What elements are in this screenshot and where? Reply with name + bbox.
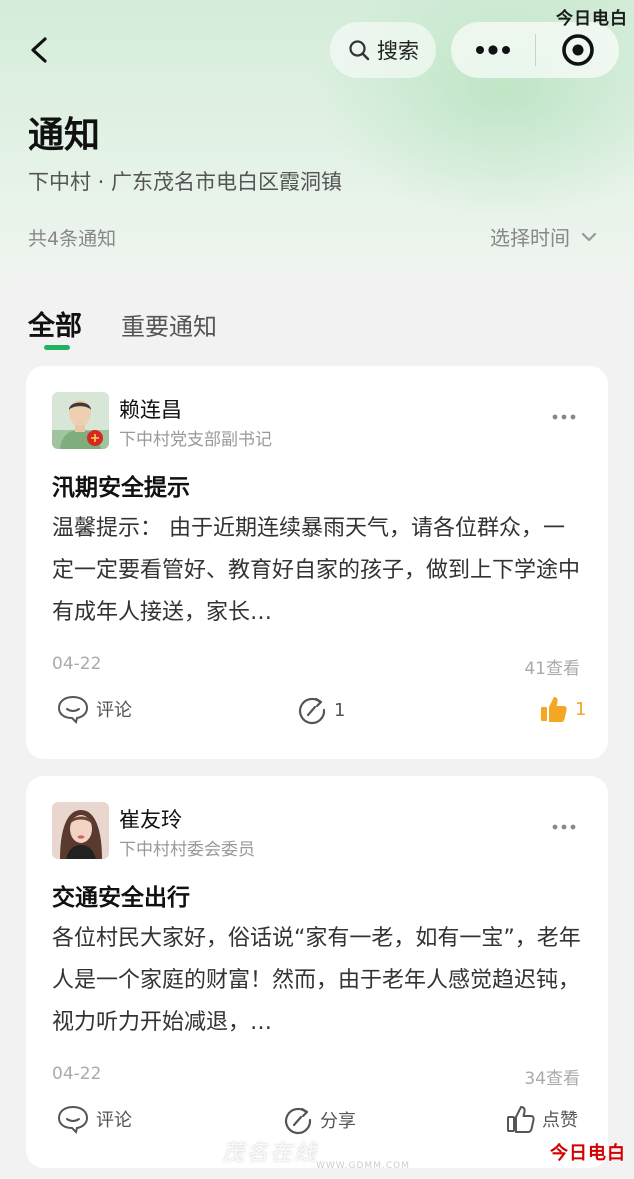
menu-more-button[interactable] xyxy=(451,22,535,78)
post-body[interactable]: 温馨提示： 由于近期连续暴雨天气，请各位群众，一定一定要看管好、教育好自家的孩子… xyxy=(52,508,582,634)
author-name[interactable]: 崔友玲 xyxy=(119,804,182,834)
like-label: 点赞 xyxy=(542,1110,578,1131)
village-location: 下中村 · 广东茂名市电白区霞洞镇 xyxy=(28,170,343,194)
post-title[interactable]: 汛期安全提示 xyxy=(52,468,190,502)
post-views: 34查看 xyxy=(524,1069,580,1089)
back-arrow-icon xyxy=(31,37,47,63)
notification-count: 共4条通知 xyxy=(28,228,117,250)
share-label: 分享 xyxy=(320,1111,356,1132)
share-count: 1 xyxy=(334,699,346,721)
back-button[interactable] xyxy=(22,30,58,70)
time-filter-label: 选择时间 xyxy=(490,226,570,250)
search-button[interactable]: 搜索 xyxy=(330,22,436,78)
author-name[interactable]: 赖连昌 xyxy=(119,394,182,424)
comment-icon xyxy=(57,1105,89,1134)
comment-button[interactable]: 评论 xyxy=(56,1104,132,1134)
like-button[interactable]: 点赞 xyxy=(506,1104,578,1134)
more-horizontal-icon xyxy=(552,414,576,420)
more-dots-icon xyxy=(476,45,510,55)
author-role: 下中村党支部副书记 xyxy=(119,430,272,450)
target-icon xyxy=(561,34,594,66)
author-role: 下中村村委会委员 xyxy=(119,840,255,860)
watermark-url: WWW.GDMM.COM xyxy=(316,1161,410,1171)
post-more-button[interactable] xyxy=(552,816,576,830)
notification-card[interactable]: 赖连昌 下中村党支部副书记 汛期安全提示 温馨提示： 由于近期连续暴雨天气，请各… xyxy=(26,366,608,759)
avatar-male-portrait xyxy=(52,392,109,449)
tab-all[interactable]: 全部 xyxy=(28,304,82,343)
page-title: 通知 xyxy=(28,115,101,156)
thumbs-up-icon xyxy=(507,1106,535,1133)
post-views: 41查看 xyxy=(524,659,580,679)
close-miniprogram-button[interactable] xyxy=(536,22,619,78)
notifications-page: 今日电白 搜索 通知 下中村 · 广东茂名市电白区霞洞镇 共4条通知 选择时间 … xyxy=(0,0,634,1179)
watermark-top: 今日电白 xyxy=(556,9,628,29)
share-icon xyxy=(299,697,326,725)
share-icon xyxy=(285,1107,312,1135)
notification-card[interactable]: 崔友玲 下中村村委会委员 交通安全出行 各位村民大家好，俗话说“家有一老，如有一… xyxy=(26,776,608,1168)
post-more-button[interactable] xyxy=(552,406,576,420)
active-tab-indicator xyxy=(44,345,70,350)
comment-label: 评论 xyxy=(96,700,132,721)
more-horizontal-icon xyxy=(552,824,576,830)
avatar[interactable] xyxy=(52,392,109,449)
like-button[interactable]: 1 xyxy=(539,694,586,724)
tab-important[interactable]: 重要通知 xyxy=(121,307,217,342)
comment-label: 评论 xyxy=(96,1110,132,1131)
post-date: 04-22 xyxy=(52,1064,102,1084)
watermark-bottom: 今日电白 xyxy=(550,1143,626,1164)
share-button[interactable]: 1 xyxy=(296,694,345,726)
avatar[interactable] xyxy=(52,802,109,859)
chevron-down-icon xyxy=(581,232,597,241)
thumbs-up-filled-icon xyxy=(541,697,567,722)
like-count: 1 xyxy=(575,698,587,720)
post-body[interactable]: 各位村民大家好，俗话说“家有一老，如有一宝”，老年人是一个家庭的财富！然而，由于… xyxy=(52,918,582,1044)
search-label: 搜索 xyxy=(377,39,419,63)
comment-icon xyxy=(57,695,89,724)
comment-button[interactable]: 评论 xyxy=(56,694,132,724)
post-title[interactable]: 交通安全出行 xyxy=(52,878,190,912)
share-button[interactable]: 分享 xyxy=(282,1104,356,1136)
watermark-site: 茂名在线 xyxy=(222,1141,319,1166)
avatar-female-portrait xyxy=(52,802,109,859)
miniprogram-capsule xyxy=(451,22,619,78)
time-filter-dropdown[interactable]: 选择时间 xyxy=(490,222,598,251)
search-icon xyxy=(349,40,370,61)
post-date: 04-22 xyxy=(52,654,102,674)
